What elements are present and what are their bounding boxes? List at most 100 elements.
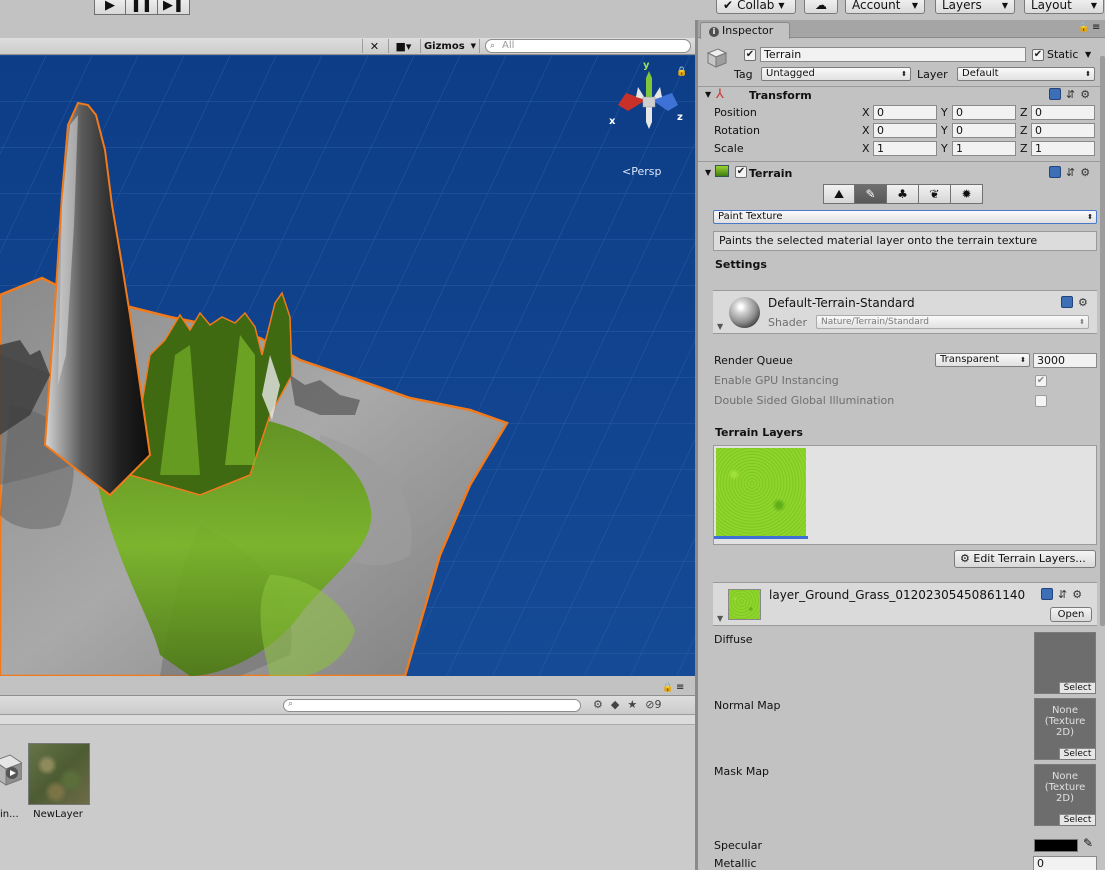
- normal-map-none-text: None (Texture 2D): [1044, 705, 1086, 738]
- tab-inspector[interactable]: i Inspector: [700, 22, 790, 39]
- asset-name[interactable]: NewLayer: [20, 809, 96, 820]
- tools-icon[interactable]: ✕: [362, 39, 386, 53]
- help-book-icon[interactable]: [1061, 296, 1073, 308]
- diffuse-select-button[interactable]: Select: [1059, 682, 1095, 693]
- gpu-instancing-checkbox[interactable]: ✔: [1035, 375, 1047, 387]
- layers-dropdown[interactable]: Layers ▼: [935, 0, 1015, 14]
- foldout-arrow-icon[interactable]: ▼: [717, 614, 723, 623]
- lock-icon[interactable]: 🔒: [676, 67, 687, 77]
- gear-icon[interactable]: ⚙: [1072, 588, 1082, 601]
- axis-x-label: X: [862, 106, 870, 119]
- edit-terrain-layers-label: Edit Terrain Layers...: [973, 552, 1086, 565]
- project-search-input[interactable]: ⌕: [283, 699, 581, 712]
- rotation-z-field[interactable]: 0: [1031, 123, 1095, 138]
- layout-dropdown[interactable]: Layout ▼: [1024, 0, 1104, 14]
- tool-help-text: Paints the selected material layer onto …: [713, 231, 1097, 251]
- raise-terrain-icon[interactable]: ⛰: [823, 184, 855, 204]
- account-dropdown[interactable]: Account ▼: [845, 0, 925, 14]
- menu-icon[interactable]: ≡: [676, 682, 684, 693]
- position-z-field[interactable]: 0: [1031, 105, 1095, 120]
- terrain-enabled-checkbox[interactable]: ✔: [735, 166, 747, 178]
- render-queue-dropdown[interactable]: Transparent ⬍: [935, 353, 1030, 367]
- paint-mode-dropdown[interactable]: Paint Texture ⬍: [713, 210, 1097, 224]
- scale-z-field[interactable]: 1: [1031, 141, 1095, 156]
- cloud-icon: ☁: [815, 0, 827, 12]
- rotation-y-field[interactable]: 0: [952, 123, 1016, 138]
- material-sphere-preview[interactable]: [729, 297, 760, 328]
- paint-brush-icon[interactable]: ✎: [855, 184, 887, 204]
- lock-icon[interactable]: 🔒: [1078, 23, 1089, 33]
- cloud-button[interactable]: ☁: [804, 0, 838, 14]
- help-book-icon[interactable]: [1049, 166, 1061, 178]
- specular-color-swatch[interactable]: [1034, 839, 1078, 852]
- position-x-field[interactable]: 0: [873, 105, 937, 120]
- axis-x-label: X: [862, 124, 870, 137]
- collab-dropdown[interactable]: ✔ Collab ▼: [716, 0, 796, 14]
- scale-x-field[interactable]: 1: [873, 141, 937, 156]
- help-book-icon[interactable]: [1049, 88, 1061, 100]
- position-y-field[interactable]: 0: [952, 105, 1016, 120]
- gear-icon[interactable]: ⚙: [1080, 88, 1090, 101]
- double-sided-checkbox[interactable]: [1035, 395, 1047, 407]
- foldout-arrow-icon[interactable]: ▼: [705, 90, 711, 99]
- project-assets: in... NewLayer: [0, 725, 695, 870]
- mask-map-select-button[interactable]: Select: [1059, 814, 1095, 825]
- rotation-x-field[interactable]: 0: [873, 123, 937, 138]
- static-checkbox[interactable]: ✔: [1032, 49, 1044, 61]
- gear-icon[interactable]: ⚙: [1080, 166, 1090, 179]
- gizmos-dropdown[interactable]: Gizmos ▼: [420, 39, 480, 53]
- preset-icon[interactable]: ⇵: [1066, 166, 1075, 179]
- camera-icon[interactable]: ■▾: [388, 39, 418, 53]
- component-header-icons: ⇵ ⚙: [1049, 88, 1090, 101]
- updown-icon: ⬍: [1087, 213, 1093, 221]
- render-queue-mode: Transparent: [940, 354, 1000, 365]
- object-name-field[interactable]: Terrain: [760, 47, 1026, 62]
- orientation-gizmo[interactable]: [614, 67, 684, 137]
- lock-icon[interactable]: 🔒: [662, 683, 673, 693]
- diffuse-texture-slot[interactable]: Select: [1034, 632, 1096, 694]
- step-button[interactable]: ▶❚: [158, 0, 190, 15]
- paint-details-icon[interactable]: ❦: [919, 184, 951, 204]
- layer-dropdown[interactable]: Default ⬍: [957, 67, 1095, 81]
- foldout-arrow-icon[interactable]: ▼: [717, 322, 723, 331]
- newlayer-asset-thumbnail[interactable]: [28, 743, 90, 805]
- gear-icon[interactable]: ⚙: [1078, 296, 1088, 309]
- open-button[interactable]: Open: [1050, 607, 1092, 622]
- chevron-down-icon[interactable]: ▼: [1085, 50, 1091, 59]
- asset-name-truncated[interactable]: in...: [0, 809, 19, 820]
- render-queue-label: Render Queue: [714, 354, 793, 367]
- label-tag-icon[interactable]: ◆: [611, 698, 619, 711]
- active-checkbox[interactable]: ✔: [744, 49, 756, 61]
- playback-controls: ▶ ❚❚ ▶❚: [94, 0, 190, 15]
- mask-map-slot[interactable]: None (Texture 2D) Select: [1034, 764, 1096, 826]
- eyedropper-icon[interactable]: ✎: [1083, 836, 1093, 850]
- normal-map-select-button[interactable]: Select: [1059, 748, 1095, 759]
- normal-map-slot[interactable]: None (Texture 2D) Select: [1034, 698, 1096, 760]
- favorite-star-icon[interactable]: ★: [627, 698, 637, 711]
- preset-icon[interactable]: ⇵: [1058, 588, 1067, 601]
- scene-viewport[interactable]: y x z 🔒 <Persp: [0, 55, 695, 676]
- pause-button[interactable]: ❚❚: [126, 0, 158, 15]
- scene-search-input[interactable]: ⌕ All: [485, 39, 691, 53]
- grass-layer-thumbnail[interactable]: [716, 448, 806, 536]
- play-button[interactable]: ▶: [94, 0, 126, 15]
- render-queue-field[interactable]: 3000: [1033, 353, 1097, 368]
- terrain-asset-icon[interactable]: [0, 751, 22, 787]
- persp-toggle[interactable]: <Persp: [622, 165, 661, 178]
- scale-y-field[interactable]: 1: [952, 141, 1016, 156]
- filter-type-icon[interactable]: ⚙: [593, 698, 603, 711]
- foldout-arrow-icon[interactable]: ▼: [705, 168, 711, 177]
- hidden-packages-icon[interactable]: ⊘9: [645, 698, 661, 711]
- terrain-settings-gear-icon[interactable]: ✹: [951, 184, 983, 204]
- edit-terrain-layers-button[interactable]: ⚙ Edit Terrain Layers...: [954, 550, 1096, 568]
- layer-preview-thumbnail[interactable]: [728, 589, 761, 620]
- preset-icon[interactable]: ⇵: [1066, 88, 1075, 101]
- shader-dropdown[interactable]: Nature/Terrain/Standard ⬍: [816, 315, 1089, 329]
- metallic-field[interactable]: 0: [1033, 856, 1097, 870]
- inspector-scrollbar[interactable]: [1100, 56, 1105, 626]
- tag-value: Untagged: [766, 68, 815, 79]
- tag-dropdown[interactable]: Untagged ⬍: [761, 67, 911, 81]
- help-book-icon[interactable]: [1041, 588, 1053, 600]
- menu-icon[interactable]: ≡: [1092, 22, 1100, 33]
- paint-trees-icon[interactable]: ♣: [887, 184, 919, 204]
